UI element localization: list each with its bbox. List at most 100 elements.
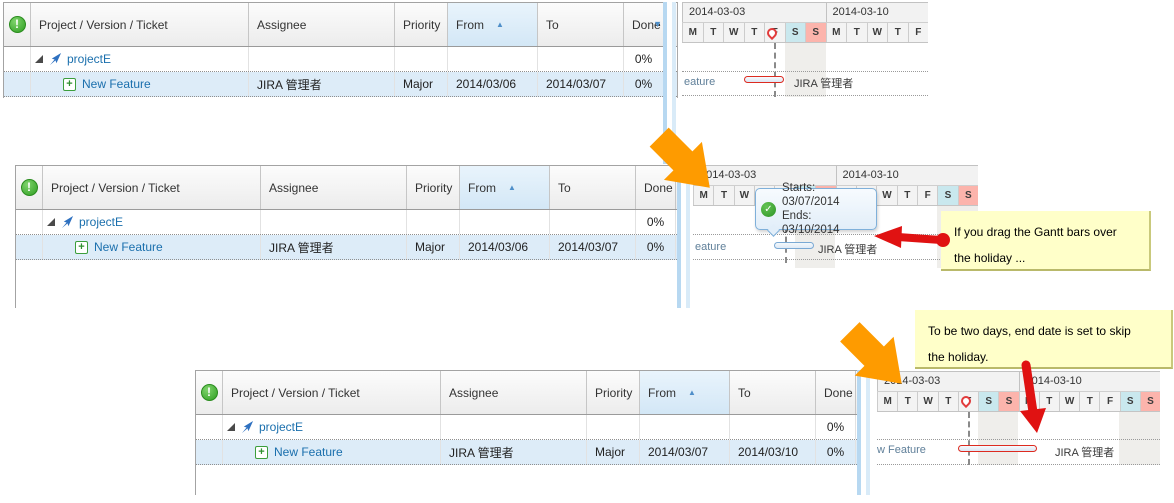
column-header-assignee[interactable]: Assignee	[249, 3, 395, 46]
expand-plus-icon[interactable]: +	[63, 78, 76, 91]
project-tree-cell: projectE	[223, 415, 441, 439]
done-cell: 0%	[624, 47, 664, 71]
column-header-done[interactable]: Done▼	[624, 3, 664, 46]
ticket-link[interactable]: New Feature	[82, 77, 151, 91]
from-cell: 2014/03/06	[448, 72, 538, 96]
project-link[interactable]: projectE	[79, 215, 123, 229]
grid-scrollbar[interactable]	[857, 370, 870, 495]
row-status-cell	[16, 235, 43, 259]
screenshot-step-1: ! Project / Version / Ticket Assignee Pr…	[0, 0, 928, 166]
column-header-to[interactable]: To	[550, 166, 636, 209]
priority-cell: Major	[407, 235, 460, 259]
expand-plus-icon[interactable]: +	[75, 241, 88, 254]
priority-cell: Major	[395, 72, 448, 96]
column-header-from-label: From	[648, 386, 676, 400]
column-menu-icon[interactable]: ▼	[653, 19, 662, 29]
table-row-ticket[interactable]: +New Feature JIRA 管理者 Major 2014/03/06 2…	[16, 235, 689, 260]
gantt-day-cell: F	[1099, 392, 1119, 411]
column-header-from[interactable]: From▲	[448, 3, 538, 46]
project-tree-cell: projectE	[31, 47, 249, 71]
to-cell: 2014/03/07	[538, 72, 624, 96]
gantt-day-cell: W	[734, 186, 754, 205]
column-header-project[interactable]: Project / Version / Ticket	[223, 371, 441, 414]
column-header-from[interactable]: From▲	[460, 166, 550, 209]
status-exclaim-icon: !	[201, 384, 218, 401]
gantt-bar-dragging[interactable]	[774, 242, 814, 249]
note-line: the holiday ...	[954, 245, 1136, 271]
grid-header: ! Project / Version / Ticket Assignee Pr…	[16, 166, 689, 210]
column-header-to[interactable]: To	[730, 371, 816, 414]
project-link[interactable]: projectE	[259, 420, 303, 434]
gantt-day-cell: M	[826, 23, 847, 42]
annotation-note-drag: If you drag the Gantt bars over the holi…	[941, 211, 1151, 271]
project-link[interactable]: projectE	[67, 52, 111, 66]
gantt-day-header: MTWTFSSMTWTF	[682, 23, 928, 43]
gantt-day-cell: M	[877, 392, 897, 411]
assignee-cell	[261, 210, 407, 234]
ticket-tree-cell: + New Feature	[43, 235, 261, 259]
ticket-tree-cell: + New Feature	[31, 72, 249, 96]
gantt-bar[interactable]	[958, 445, 1037, 452]
note-line: If you drag the Gantt bars over	[954, 219, 1136, 245]
done-cell: 0%	[636, 235, 676, 259]
column-header-from-label: From	[456, 18, 484, 32]
table-row-ticket[interactable]: + New Feature JIRA 管理者 Major 2014/03/06 2…	[4, 72, 677, 97]
gantt-day-cell: T	[887, 23, 908, 42]
gantt-day-cell: S	[1120, 392, 1140, 411]
ticket-link[interactable]: New Feature	[94, 240, 163, 254]
tooltip-starts: Starts: 03/07/2014	[782, 181, 871, 209]
status-column-header[interactable]: !	[4, 3, 31, 46]
project-rocket-icon	[61, 216, 74, 229]
column-header-priority[interactable]: Priority	[587, 371, 640, 414]
status-exclaim-icon: !	[21, 179, 38, 196]
red-pointer-arrow-icon	[1012, 358, 1052, 438]
column-header-assignee[interactable]: Assignee	[441, 371, 587, 414]
collapse-triangle-icon[interactable]	[47, 218, 55, 226]
row-status-cell	[4, 47, 31, 71]
gantt-day-cell: T	[897, 392, 917, 411]
gantt-day-cell: S	[805, 23, 826, 42]
week-label: 2014-03-03	[682, 3, 826, 22]
issue-grid: ! Project / Version / Ticket Assignee Pr…	[15, 165, 690, 308]
gantt-day-cell: W	[917, 392, 937, 411]
table-row-ticket[interactable]: +New Feature JIRA 管理者 Major 2014/03/07 2…	[196, 440, 869, 465]
gantt-assignee-label: JIRA 管理者	[794, 75, 853, 91]
status-column-header[interactable]: !	[196, 371, 223, 414]
column-header-priority[interactable]: Priority	[407, 166, 460, 209]
red-pointer-arrow-icon	[868, 222, 952, 254]
gantt-week-header: 2014-03-03 2014-03-10	[682, 2, 928, 23]
gantt-day-cell: T	[744, 23, 765, 42]
collapse-triangle-icon[interactable]	[35, 55, 43, 63]
assignee-cell	[249, 47, 395, 71]
gantt-task-label: eature	[684, 76, 715, 88]
assignee-cell: JIRA 管理者	[441, 440, 587, 464]
column-header-priority[interactable]: Priority	[395, 3, 448, 46]
column-header-project[interactable]: Project / Version / Ticket	[31, 3, 249, 46]
assignee-cell: JIRA 管理者	[249, 72, 395, 96]
assignee-cell	[441, 415, 587, 439]
done-cell: 0%	[816, 415, 856, 439]
gantt-day-cell: F	[908, 23, 929, 42]
column-header-project[interactable]: Project / Version / Ticket	[43, 166, 261, 209]
note-line: To be two days, end date is set to skip	[928, 318, 1158, 344]
column-header-to[interactable]: To	[538, 3, 624, 46]
table-row-project[interactable]: projectE 0%	[196, 415, 869, 440]
collapse-triangle-icon[interactable]	[227, 423, 235, 431]
column-header-from[interactable]: From▲	[640, 371, 730, 414]
gantt-bar[interactable]	[744, 76, 784, 83]
to-cell	[550, 210, 636, 234]
gantt-row-separator	[682, 71, 928, 72]
priority-cell	[407, 210, 460, 234]
table-row-project[interactable]: projectE 0%	[16, 210, 689, 235]
table-row-project[interactable]: projectE 0%	[4, 47, 677, 72]
expand-plus-icon[interactable]: +	[255, 446, 268, 459]
gantt-day-cell: T	[713, 186, 733, 205]
week-label: 2014-03-10	[826, 3, 929, 22]
ticket-link[interactable]: New Feature	[274, 445, 343, 459]
status-column-header[interactable]: !	[16, 166, 43, 209]
assignee-cell: JIRA 管理者	[261, 235, 407, 259]
gantt-task-label: eature	[695, 241, 726, 253]
project-rocket-icon	[49, 53, 62, 66]
column-header-assignee[interactable]: Assignee	[261, 166, 407, 209]
project-rocket-icon	[241, 421, 254, 434]
